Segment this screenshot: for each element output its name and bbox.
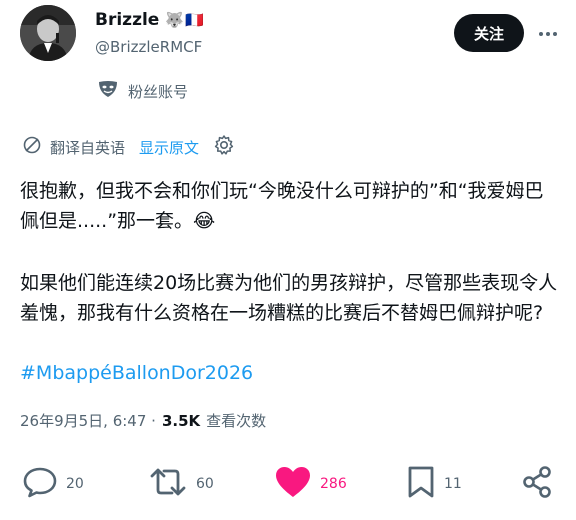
- post-timestamp[interactable]: 26年9月5日, 6:47 ·: [20, 410, 156, 431]
- post-paragraph-1: 很抱歉，但我不会和你们玩“今晚没什么可辩护的”和“我爱姆巴佩但是.....”那一…: [20, 180, 544, 232]
- view-count: 3.5K: [161, 411, 201, 430]
- retweet-icon: [148, 466, 188, 502]
- retweet-button[interactable]: 60: [148, 460, 214, 508]
- like-count: 286: [320, 476, 347, 492]
- fan-account-text: 粉丝账号: [128, 82, 189, 101]
- bookmark-button[interactable]: 11: [406, 460, 462, 508]
- name-row: Brizzle 🐺🇫🇷: [95, 10, 205, 30]
- translation-bar: 翻译自英语 显示原文: [22, 134, 235, 160]
- fan-account-label: 粉丝账号: [98, 80, 188, 102]
- post-header: Brizzle 🐺🇫🇷 @BrizzleRMCF 关注: [0, 0, 576, 72]
- display-name[interactable]: Brizzle: [95, 10, 159, 30]
- bookmark-icon: [406, 465, 436, 503]
- show-original-link[interactable]: 显示原文: [139, 137, 199, 158]
- post-meta: 26年9月5日, 6:47 · 3.5K 查看次数: [20, 410, 266, 431]
- reply-icon: [22, 466, 58, 502]
- mask-icon: [98, 80, 118, 102]
- more-options-icon[interactable]: [536, 22, 560, 46]
- bookmark-count: 11: [444, 476, 462, 492]
- user-handle[interactable]: @BrizzleRMCF: [95, 38, 202, 56]
- follow-button[interactable]: 关注: [454, 14, 524, 52]
- share-icon: [520, 465, 554, 503]
- translate-icon: [22, 135, 42, 159]
- view-count-label: 查看次数: [206, 412, 267, 430]
- gear-icon[interactable]: [213, 134, 235, 160]
- heart-icon: [274, 465, 312, 503]
- translated-from-label: 翻译自英语: [50, 138, 126, 157]
- reply-button[interactable]: 20: [22, 460, 84, 508]
- like-button[interactable]: 286: [274, 460, 347, 508]
- name-badges: 🐺🇫🇷: [165, 11, 205, 29]
- share-button[interactable]: [520, 460, 554, 508]
- hashtag-link[interactable]: #MbappéBallonDor2026: [20, 358, 253, 388]
- action-bar: 20 60 286 11: [0, 460, 576, 508]
- post-paragraph-2: 如果他们能连续20场比赛为他们的男孩辩护，尽管那些表现令人羞愧，那我有什么资格在…: [20, 272, 558, 324]
- retweet-count: 60: [196, 476, 214, 492]
- avatar[interactable]: [20, 5, 76, 61]
- reply-count: 20: [66, 476, 84, 492]
